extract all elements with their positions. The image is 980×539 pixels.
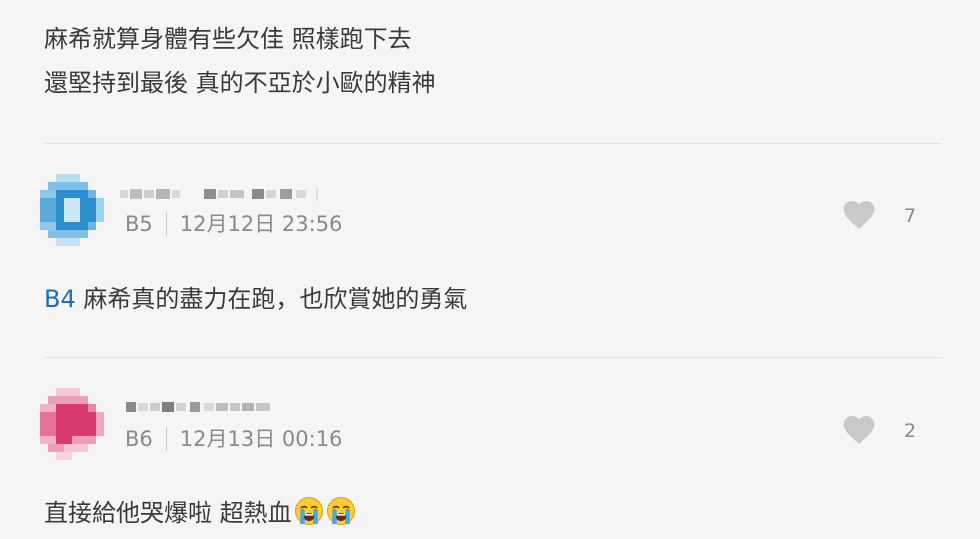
comment-thread: 麻希就算身體有些欠佳 照樣跑下去 還堅持到最後 真的不亞於小歐的精神 B5 12… bbox=[0, 0, 980, 539]
heart-icon[interactable] bbox=[843, 200, 875, 230]
comment-text: B4 麻希真的盡力在跑，也欣賞她的勇氣 bbox=[44, 282, 467, 316]
avatar[interactable] bbox=[40, 174, 104, 246]
crying-face-icon bbox=[294, 496, 324, 526]
comment-body: 麻希真的盡力在跑，也欣賞她的勇氣 bbox=[83, 285, 468, 313]
divider bbox=[44, 143, 942, 144]
floor-reference-link[interactable]: B4 bbox=[44, 285, 76, 313]
previous-comment-line-1: 麻希就算身體有些欠佳 照樣跑下去 bbox=[44, 25, 412, 53]
comment-meta: B6 12月13日 00:16 bbox=[125, 425, 342, 453]
username-redacted[interactable] bbox=[120, 186, 330, 201]
comment-text: 直接給他哭爆啦 超熱血 bbox=[44, 496, 356, 530]
floor-number: B5 bbox=[125, 212, 153, 236]
like-count: 2 bbox=[904, 420, 917, 442]
heart-icon[interactable] bbox=[843, 415, 875, 445]
floor-number: B6 bbox=[125, 427, 153, 451]
timestamp: 12月12日 23:56 bbox=[179, 212, 343, 236]
meta-separator bbox=[165, 212, 167, 236]
meta-separator bbox=[165, 427, 167, 451]
username-redacted[interactable] bbox=[120, 399, 280, 413]
comment-body: 直接給他哭爆啦 超熱血 bbox=[44, 499, 292, 527]
timestamp: 12月13日 00:16 bbox=[179, 427, 343, 451]
like-count: 7 bbox=[904, 205, 917, 227]
avatar[interactable] bbox=[40, 388, 104, 460]
crying-face-icon bbox=[326, 496, 356, 526]
comment-meta: B5 12月12日 23:56 bbox=[125, 210, 342, 238]
divider bbox=[44, 357, 942, 358]
previous-comment-line-2: 還堅持到最後 真的不亞於小歐的精神 bbox=[44, 69, 436, 97]
